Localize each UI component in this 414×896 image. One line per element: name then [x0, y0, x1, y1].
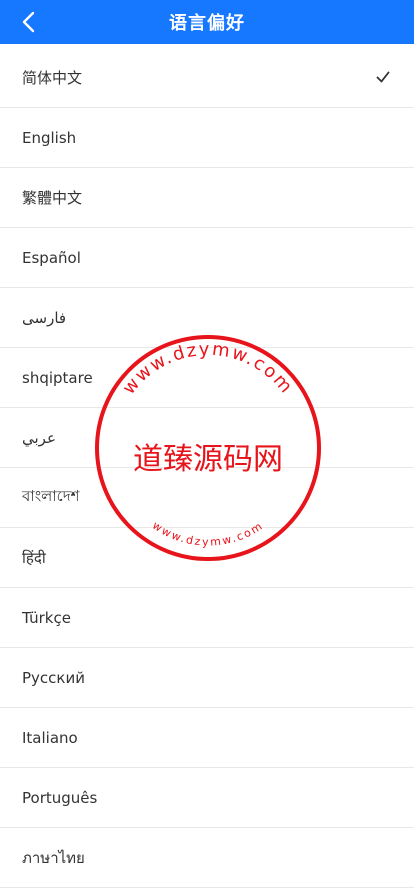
language-item-bn[interactable]: বাংলাদেশ	[0, 468, 414, 528]
language-label: English	[22, 128, 77, 147]
language-list: 简体中文 English 繁體中文 Español فارسی shqiptar…	[0, 48, 414, 888]
language-item-zh-hans[interactable]: 简体中文	[0, 48, 414, 108]
language-item-ru[interactable]: Русский	[0, 648, 414, 708]
language-item-th[interactable]: ภาษาไทย	[0, 828, 414, 888]
language-item-zh-hant[interactable]: 繁體中文	[0, 168, 414, 228]
language-label: 简体中文	[22, 69, 83, 87]
language-label: हिंदी	[22, 548, 46, 567]
chevron-left-icon	[22, 11, 35, 33]
language-item-en[interactable]: English	[0, 108, 414, 168]
language-label: shqiptare	[22, 368, 93, 387]
language-label: Italiano	[22, 728, 78, 747]
checkmark-icon	[376, 71, 390, 83]
language-item-pt[interactable]: Português	[0, 768, 414, 828]
language-label: فارسی	[22, 308, 67, 327]
page-title: 语言偏好	[169, 13, 245, 34]
language-item-fa[interactable]: فارسی	[0, 288, 414, 348]
language-item-hi[interactable]: हिंदी	[0, 528, 414, 588]
app-screen: 语言偏好 简体中文 English 繁體中文 Español فارسی shq…	[0, 0, 414, 896]
language-item-es[interactable]: Español	[0, 228, 414, 288]
language-item-tr[interactable]: Türkçe	[0, 588, 414, 648]
back-button[interactable]	[14, 8, 42, 36]
language-label: Português	[22, 788, 98, 807]
language-label: Español	[22, 248, 81, 267]
language-label: বাংলাদেশ	[22, 487, 80, 505]
language-item-ar[interactable]: عربي	[0, 408, 414, 468]
navigation-bar: 语言偏好	[0, 0, 414, 44]
language-item-sq[interactable]: shqiptare	[0, 348, 414, 408]
language-label: Türkçe	[22, 608, 71, 627]
language-label: Русский	[22, 668, 85, 687]
language-label: عربي	[22, 428, 56, 447]
language-label: 繁體中文	[22, 189, 83, 207]
language-label: ภาษาไทย	[22, 848, 85, 867]
language-item-it[interactable]: Italiano	[0, 708, 414, 768]
